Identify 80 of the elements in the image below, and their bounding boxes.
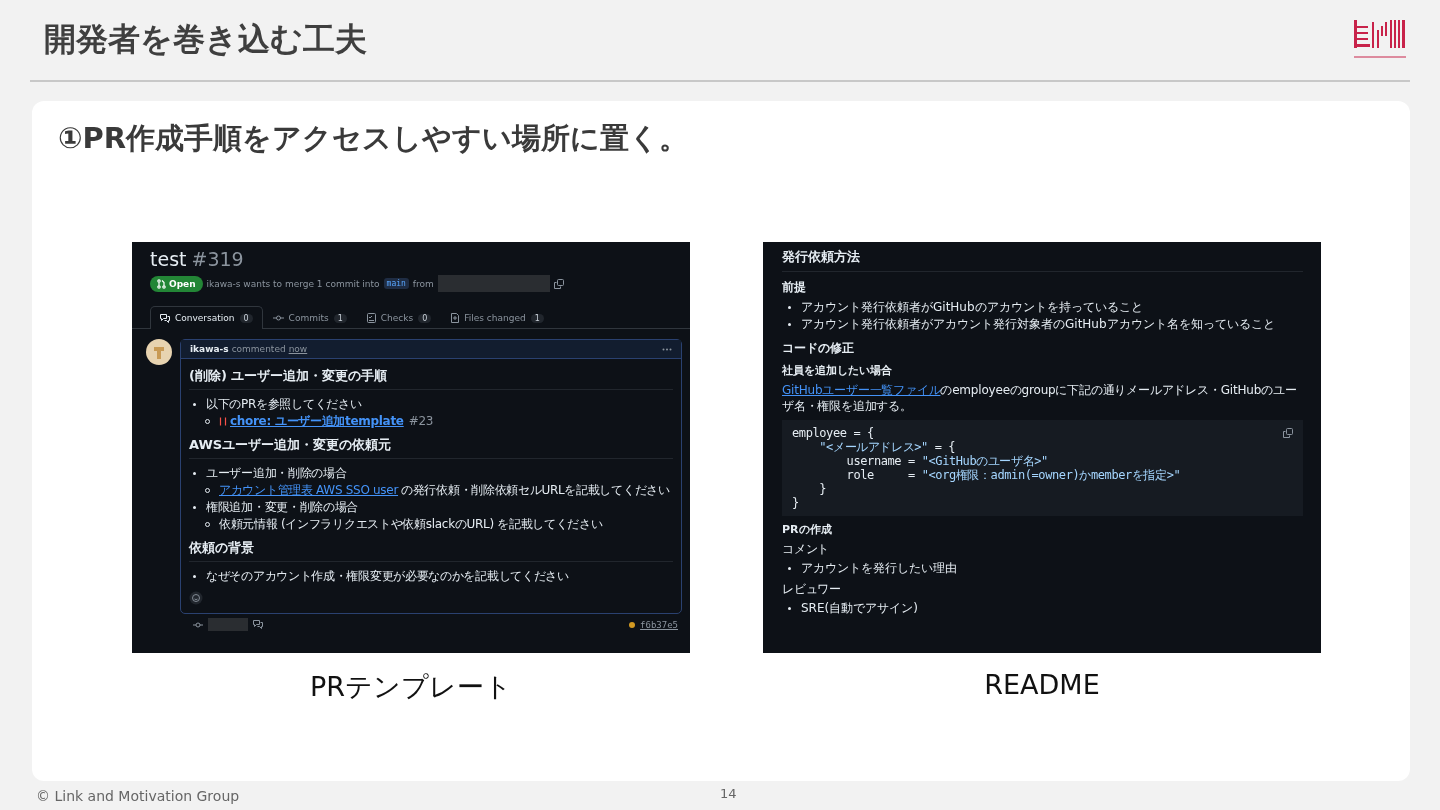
comment-time[interactable]: now [288, 344, 308, 354]
section-heading: AWSユーザー追加・変更の依頼元 [189, 436, 673, 459]
bullet-icon [193, 472, 196, 475]
code-line: } [818, 482, 827, 496]
pr-title: test [150, 248, 187, 270]
bullet-icon [193, 403, 196, 406]
status-badge: Open [150, 275, 203, 292]
bullet-icon [788, 306, 791, 309]
section-heading: 依頼の背景 [189, 539, 673, 562]
list-item: SRE(自動でアサイン) [801, 600, 918, 617]
paragraph: レビュワー [782, 581, 842, 597]
bullet-icon [788, 323, 791, 326]
paragraph: コメント [782, 541, 831, 557]
readme-heading: PRの作成 [782, 522, 833, 537]
tab-label: Commits [288, 313, 329, 323]
bullet-icon [193, 575, 196, 578]
smiley-icon[interactable] [189, 591, 203, 605]
commit-hash[interactable]: f6b37e5 [640, 619, 678, 630]
readme-heading: 発行依頼方法 [782, 244, 1303, 272]
bullet-icon [788, 607, 791, 610]
readme-heading: 社員を追加したい場合 [782, 363, 893, 378]
readme-heading: 前提 [782, 279, 807, 296]
tab-count: 0 [239, 313, 253, 323]
page-number: 14 [720, 786, 737, 801]
tab[interactable]: Checks 0 [356, 306, 442, 329]
copyright: © Link and Motivation Group [36, 787, 241, 804]
code-line: username = "<GitHubのユーザ名>" [845, 454, 1048, 468]
readme-heading: コードの修正 [782, 340, 855, 357]
file-icon [451, 313, 460, 323]
speech-bubble-icon [253, 620, 264, 629]
list-item: アカウントを発行したい理由 [801, 560, 957, 577]
list-item: 権限追加・変更・削除の場合 [206, 499, 359, 516]
pr-number: #319 [191, 248, 244, 270]
copy-icon[interactable] [1283, 428, 1293, 438]
list-item: ユーザー追加・削除の場合 [206, 465, 347, 482]
code-line: role = "<org権限：admin(=owner)かmemberを指定>" [845, 468, 1181, 482]
status-dot-icon [629, 621, 636, 628]
list-item: 以下のPRを参照してください [206, 396, 362, 413]
code-line: "<メールアドレス>" = { [818, 440, 956, 454]
figure-caption: PRテンプレート [309, 670, 512, 704]
more-icon[interactable] [662, 347, 672, 351]
code-line: } [792, 496, 799, 510]
slide-subtitle: ①PR作成手順をアクセスしやすい場所に置く。 [58, 120, 690, 157]
section-heading: (削除) ユーザー追加・変更の手順 [189, 367, 673, 390]
paragraph: GitHubユーザー一覧ファイルのemployeeのgroupに下記の通りメールアドレス・GitHubのユーザ名・権限を追加する。 [782, 382, 1298, 414]
bullet-icon [788, 567, 791, 570]
tab-label: Checks [380, 313, 414, 323]
list-item: の発行依頼・削除依頼セルURLを記載してください [401, 482, 670, 499]
list-item: なぜそのアカウント作成・権限変更が必要なのかを記載してください [206, 568, 569, 585]
redacted-block [208, 618, 248, 631]
checklist-icon [366, 313, 376, 323]
bullet-icon [193, 506, 196, 509]
merge-summary: ikawa-s wants to merge 1 commit into [206, 278, 380, 289]
commit-icon [193, 621, 203, 628]
branch-label: main [383, 278, 409, 289]
avatar [146, 339, 172, 365]
tab-count: 0 [418, 313, 432, 323]
list-item: アカウント発行依頼者がGitHubのアカウントを持っていること [801, 299, 1143, 316]
link[interactable]: アカウント管理表 AWS SSO user [219, 482, 399, 499]
from-label: from [412, 278, 434, 289]
pr-number: #23 [408, 413, 434, 430]
link[interactable]: GitHubユーザー一覧ファイル [782, 383, 941, 397]
commit-icon [272, 315, 284, 321]
list-item: アカウント発行依頼者がアカウント発行対象者のGitHubアカウント名を知っていること [801, 316, 1275, 333]
tab-count: 1 [530, 313, 544, 323]
tab-label: Files changed [464, 313, 526, 323]
slide-title: 開発者を巻き込む工夫 [44, 19, 367, 60]
list-item: 依頼元情報 (インフラリクエストや依頼slackのURL) を記載してください [219, 516, 603, 533]
link[interactable]: chore: ユーザー追加template [230, 413, 404, 430]
tab[interactable]: Commits 1 [262, 306, 357, 329]
copy-icon[interactable] [553, 278, 564, 289]
code-line: employee = { [792, 426, 874, 440]
speech-bubble-icon [160, 313, 170, 323]
tab-label: Conversation [175, 313, 235, 323]
tab[interactable]: Conversation 0 [150, 306, 263, 329]
comment-author: ikawa-s [190, 344, 229, 354]
comment-action: commented [231, 344, 286, 354]
tab-count: 1 [333, 313, 347, 323]
figure-caption: README [984, 669, 1100, 700]
tab[interactable]: Files changed 1 [441, 306, 554, 329]
